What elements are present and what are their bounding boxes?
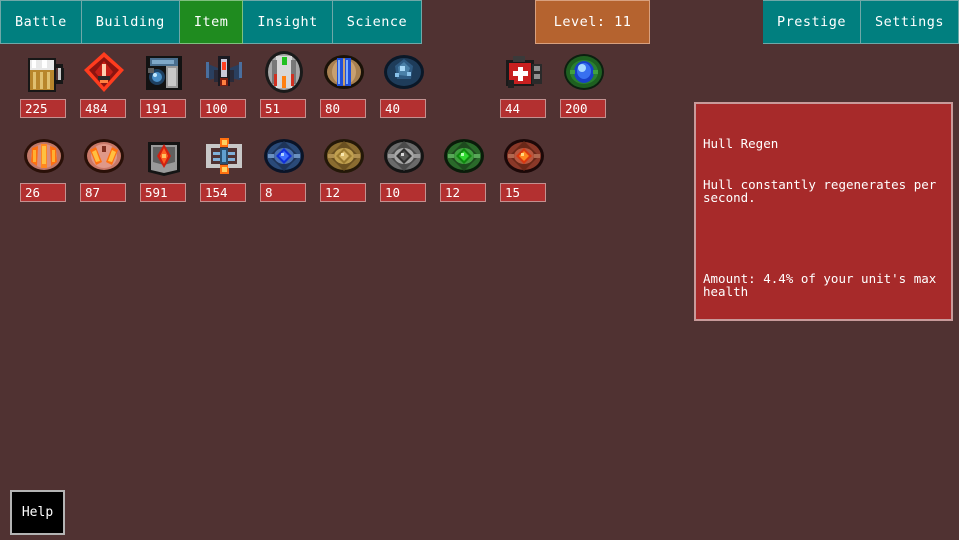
- item-count-badge: 100: [200, 99, 246, 118]
- beer-mug-icon[interactable]: [20, 48, 68, 96]
- item-slot[interactable]: 12: [320, 128, 380, 212]
- tab-science[interactable]: Science: [332, 0, 423, 44]
- item-count-badge: 12: [440, 183, 486, 202]
- blue-gem-shield-icon[interactable]: [260, 132, 308, 180]
- blue-crystal-icon[interactable]: [380, 48, 428, 96]
- red-gem-shield-icon[interactable]: [500, 132, 548, 180]
- item-count-badge: 154: [200, 183, 246, 202]
- item-count-badge: 225: [20, 99, 66, 118]
- item-slot[interactable]: 87: [80, 128, 140, 212]
- level-badge: Level: 11: [534, 0, 651, 44]
- item-slot[interactable]: 191: [140, 44, 200, 128]
- nav-right-spacer: [650, 0, 763, 44]
- item-count-badge: 200: [560, 99, 606, 118]
- tooltip-description: Hull constantly regenerates per second.: [703, 176, 944, 205]
- silver-gem-shield-icon[interactable]: [380, 132, 428, 180]
- tab-building-label: Building: [95, 14, 165, 30]
- item-slot[interactable]: 40: [380, 44, 440, 128]
- top-navigation-bar: Battle Building Item Insight Science Level: 1…: [0, 0, 959, 44]
- item-row: 26 87 591 154 8 12 10 12 15: [20, 128, 680, 212]
- tab-item[interactable]: Item: [179, 0, 244, 44]
- tab-prestige-label: Prestige: [776, 14, 846, 30]
- item-slot[interactable]: 12: [440, 128, 500, 212]
- nav-left-spacer: [422, 0, 535, 44]
- item-slot[interactable]: 10: [380, 128, 440, 212]
- item-count-badge: 26: [20, 183, 66, 202]
- item-slot[interactable]: 591: [140, 128, 200, 212]
- item-slot[interactable]: 44: [500, 44, 560, 128]
- winged-drone-icon[interactable]: [200, 48, 248, 96]
- gold-gem-shield-icon[interactable]: [320, 132, 368, 180]
- item-slot[interactable]: 8: [260, 128, 320, 212]
- item-count-badge: 10: [380, 183, 426, 202]
- tab-battle[interactable]: Battle: [0, 0, 82, 44]
- item-count-badge: 484: [80, 99, 126, 118]
- help-button-label: Help: [21, 505, 54, 520]
- green-gem-shield-icon[interactable]: [440, 132, 488, 180]
- item-slot[interactable]: 26: [20, 128, 80, 212]
- green-blue-orb-icon[interactable]: [560, 48, 608, 96]
- blue-rods-pod-icon[interactable]: [320, 48, 368, 96]
- item-count-badge: 191: [140, 99, 186, 118]
- tab-prestige[interactable]: Prestige: [762, 0, 861, 44]
- tab-insight-label: Insight: [257, 14, 318, 30]
- medkit-icon[interactable]: [500, 48, 548, 96]
- item-count-badge: 80: [320, 99, 366, 118]
- item-count-badge: 44: [500, 99, 546, 118]
- item-slot[interactable]: 484: [80, 44, 140, 128]
- tooltip-title: Hull Regen: [703, 136, 779, 151]
- red-star-box-icon[interactable]: [140, 132, 188, 180]
- tab-science-label: Science: [346, 14, 408, 30]
- tooltip-spacer: [703, 232, 944, 245]
- tab-settings-label: Settings: [874, 14, 945, 30]
- item-count-badge: 8: [260, 183, 306, 202]
- item-slot[interactable]: 200: [560, 44, 620, 128]
- item-row: 225 484 191 100 51 80 40 44 200: [20, 44, 680, 128]
- item-count-badge: 51: [260, 99, 306, 118]
- blue-machine-icon[interactable]: [140, 48, 188, 96]
- help-button[interactable]: Help: [10, 490, 65, 535]
- mech-frame-icon[interactable]: [200, 132, 248, 180]
- item-count-badge: 15: [500, 183, 546, 202]
- red-diamond-crest-icon[interactable]: [80, 48, 128, 96]
- level-badge-label: Level: 11: [553, 14, 632, 30]
- item-inventory-grid: 225 484 191 100 51 80 40 44 200 26 87 59…: [20, 44, 680, 212]
- tab-settings[interactable]: Settings: [860, 0, 959, 44]
- item-tooltip-panel: Hull Regen Hull constantly regenerates p…: [694, 102, 953, 321]
- item-count-badge: 40: [380, 99, 426, 118]
- item-slot[interactable]: 100: [200, 44, 260, 128]
- red-talon-orb-icon[interactable]: [80, 132, 128, 180]
- tab-item-label: Item: [193, 14, 229, 30]
- red-claw-orb-icon[interactable]: [20, 132, 68, 180]
- item-slot[interactable]: 51: [260, 44, 320, 128]
- item-count-badge: 12: [320, 183, 366, 202]
- tab-insight[interactable]: Insight: [243, 0, 333, 44]
- item-count-badge: 591: [140, 183, 186, 202]
- item-slot[interactable]: 225: [20, 44, 80, 128]
- item-slot[interactable]: 80: [320, 44, 380, 128]
- item-slot[interactable]: 15: [500, 128, 560, 212]
- silver-capsule-icon[interactable]: [260, 48, 308, 96]
- tab-building[interactable]: Building: [81, 0, 180, 44]
- item-count-badge: 87: [80, 183, 126, 202]
- tab-battle-label: Battle: [15, 14, 67, 30]
- tooltip-amount: Amount: 4.4% of your unit's max health: [703, 270, 944, 299]
- item-slot[interactable]: 154: [200, 128, 260, 212]
